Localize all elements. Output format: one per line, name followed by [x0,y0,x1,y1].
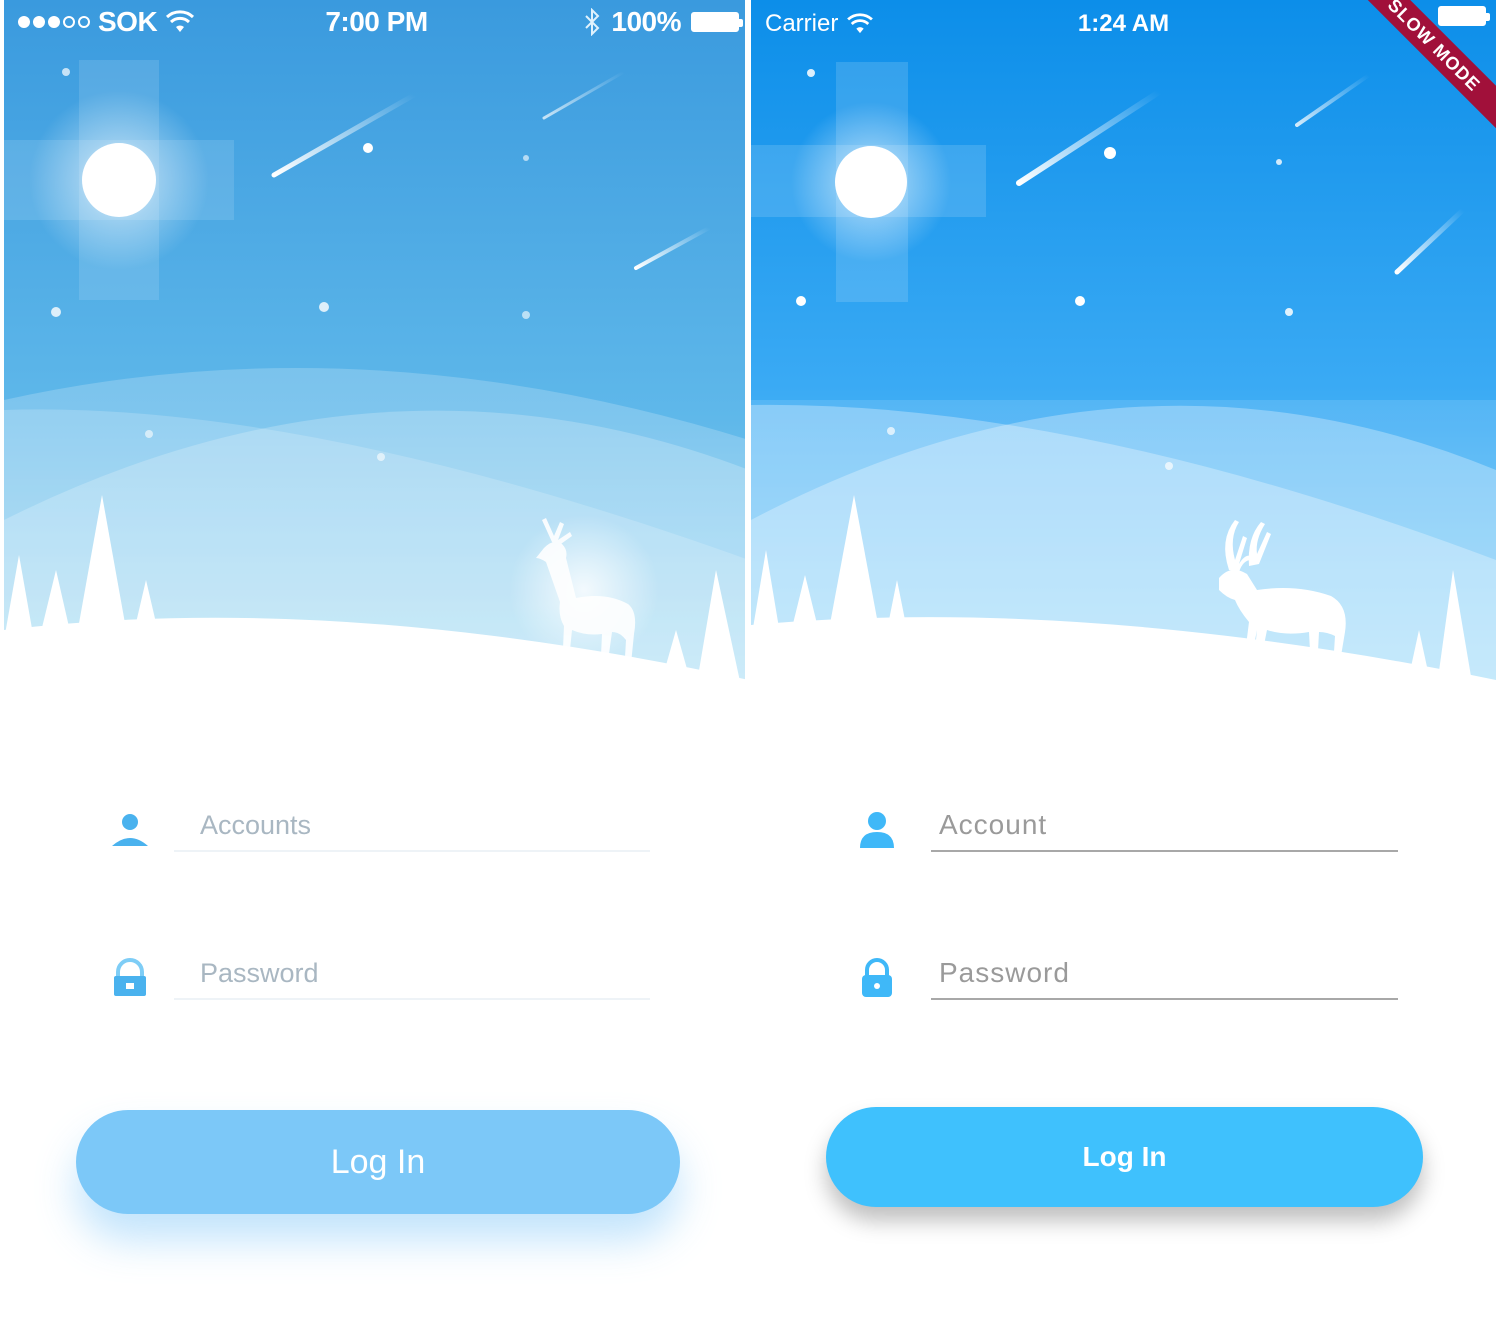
account-row [104,800,664,870]
user-icon [860,812,894,848]
status-right [1438,6,1490,26]
left-phone-screen: SOK 7:00 PM 100% Log In [4,0,749,1334]
login-button[interactable]: Log In [76,1110,680,1214]
login-button[interactable]: Log In [826,1107,1423,1207]
status-bar: SOK 7:00 PM 100% [4,0,749,48]
bluetooth-icon [585,8,600,36]
right-winter-scene [751,0,1496,700]
account-row [851,800,1411,870]
left-winter-scene [4,0,749,700]
account-input[interactable] [174,800,650,852]
lock-icon [114,958,146,996]
password-input[interactable] [931,948,1398,1000]
password-row [851,948,1411,1018]
battery-icon [1438,6,1490,26]
right-phone-screen: Carrier 1:24 AM SLOW MODE Log In [751,0,1496,1334]
battery-percent: 100% [611,6,681,37]
password-row [104,948,664,1018]
password-input[interactable] [174,948,650,1000]
account-input[interactable] [931,800,1398,852]
status-right: 100% [583,6,743,38]
user-icon [112,814,148,846]
battery-icon [691,12,743,32]
lock-icon [862,958,892,997]
